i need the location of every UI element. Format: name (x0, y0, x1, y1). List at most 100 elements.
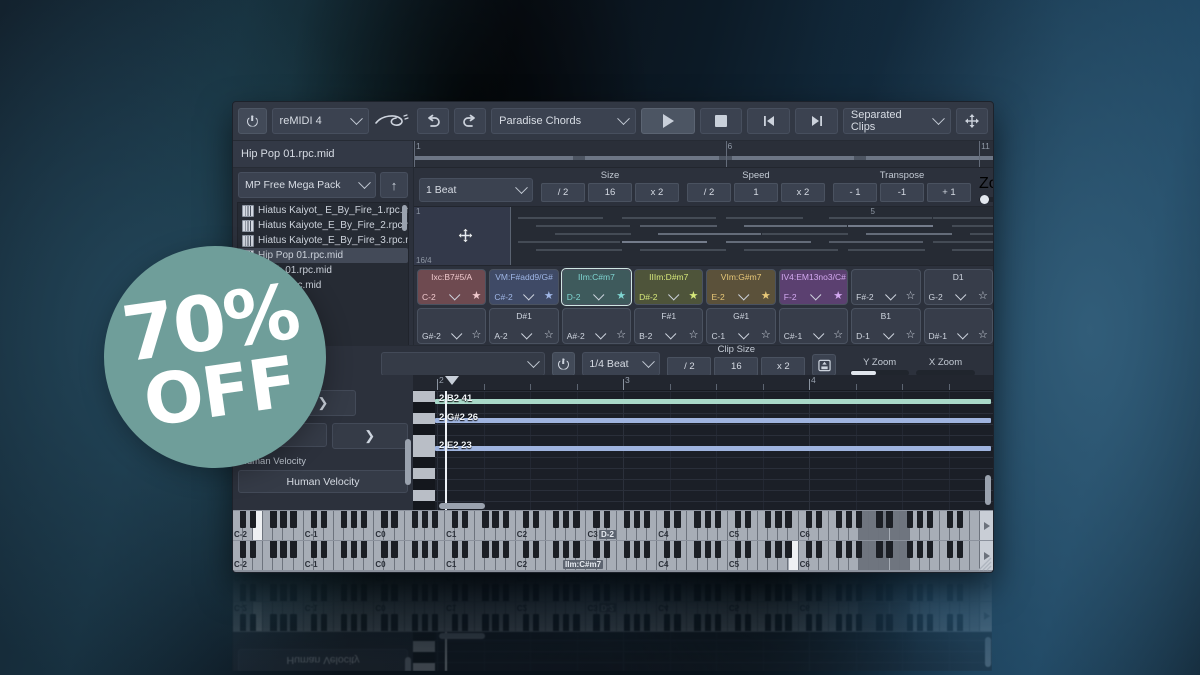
keyboard-black-key[interactable] (643, 511, 651, 528)
keyboard-black-key[interactable] (532, 614, 540, 631)
piano-key-white[interactable] (413, 662, 435, 671)
piano-roll-vscrollbar[interactable] (985, 475, 991, 505)
keyboard-black-key[interactable] (391, 511, 398, 528)
keyboard-black-key[interactable] (250, 541, 257, 558)
keyboard-black-key[interactable] (664, 541, 671, 558)
chord-clip[interactable]: C#-1 ☆ (778, 308, 849, 344)
keyboard-black-key[interactable] (502, 614, 509, 631)
keyboard-black-key[interactable] (856, 584, 863, 601)
keyboard-black-key[interactable] (674, 614, 681, 631)
keyboard-black-key[interactable] (431, 614, 439, 631)
keyboard-black-key[interactable] (946, 584, 954, 601)
human-velocity-button[interactable]: Human Velocity (238, 470, 408, 493)
keyboard-black-key[interactable] (876, 614, 883, 631)
keyboard-black-key[interactable] (734, 584, 742, 601)
move-window-handle[interactable] (955, 108, 988, 134)
keyboard-black-key[interactable] (785, 584, 792, 601)
keyboard-black-key[interactable] (250, 584, 257, 601)
pack-selector[interactable]: MP Free Mega Pack (238, 172, 376, 198)
piano-roll-hscrollbar[interactable] (439, 633, 485, 639)
keyboard-black-key[interactable] (957, 511, 964, 528)
chevron-down-icon[interactable] (738, 327, 750, 340)
keyboard-black-key[interactable] (290, 584, 297, 601)
keyboard-black-key[interactable] (270, 584, 277, 601)
keyboard-black-key[interactable] (573, 541, 580, 558)
piano-key-white[interactable] (413, 640, 435, 652)
keyboard-black-key[interactable] (744, 614, 752, 631)
favorite-star-icon[interactable]: ★ (471, 291, 481, 302)
keyboard-black-key[interactable] (805, 511, 812, 528)
keyboard-black-key[interactable] (916, 584, 923, 601)
keyboard-white-key[interactable] (970, 511, 981, 540)
size-halve-button[interactable]: / 2 (541, 183, 585, 202)
chevron-down-icon[interactable] (955, 288, 967, 301)
keyboard-black-key[interactable] (886, 614, 893, 631)
keyboard-black-key[interactable] (845, 584, 853, 601)
chevron-down-icon[interactable] (884, 288, 897, 301)
chevron-down-icon[interactable] (593, 288, 605, 301)
speed-value[interactable]: 1 (734, 183, 778, 202)
keyboard-black-key[interactable] (421, 584, 429, 601)
chord-clip[interactable]: D#-1 ☆ (923, 308, 993, 344)
piano-roll-keys[interactable] (413, 632, 435, 671)
keyboard-black-key[interactable] (704, 614, 711, 631)
keyboard-black-key[interactable] (633, 511, 641, 528)
chord-clip[interactable]: A#-2 ☆ (561, 308, 632, 344)
size-value[interactable]: 16 (588, 183, 632, 202)
keyboard-black-key[interactable] (492, 584, 499, 601)
keyboard-black-key[interactable] (310, 511, 317, 528)
keyboard-black-key[interactable] (633, 541, 641, 558)
keyboard-black-key[interactable] (239, 614, 247, 631)
keyboard-black-key[interactable] (532, 584, 540, 601)
keyboard-black-key[interactable] (522, 511, 530, 528)
transpose-value[interactable]: -1 (880, 183, 924, 202)
keyboard-black-key[interactable] (765, 541, 772, 558)
keyboard-black-key[interactable] (744, 541, 752, 558)
transpose-up-button[interactable]: + 1 (927, 183, 971, 202)
keyboard-black-key[interactable] (694, 541, 701, 558)
piano-key-black[interactable] (413, 632, 435, 641)
keyboard-black-key[interactable] (906, 541, 913, 558)
keyboard-black-key[interactable] (674, 584, 681, 601)
keyboard-black-key[interactable] (361, 511, 368, 528)
keyboard-black-key[interactable] (704, 511, 711, 528)
keyboard-black-key[interactable] (250, 614, 257, 631)
keyboard-black-key[interactable] (765, 511, 772, 528)
settings-scrollbar[interactable] (405, 657, 411, 671)
keyboard-black-key[interactable] (805, 614, 812, 631)
keyboard-black-key[interactable] (906, 584, 913, 601)
keyboard-black-key[interactable] (674, 541, 681, 558)
keyboard-black-key[interactable] (886, 541, 893, 558)
keyboard-black-key[interactable] (502, 584, 509, 601)
keyboard-black-key[interactable] (916, 541, 923, 558)
keyboard-black-key[interactable] (310, 541, 317, 558)
keyboard-black-key[interactable] (845, 541, 853, 558)
keyboard-black-key[interactable] (462, 584, 469, 601)
favorite-star-icon[interactable]: ☆ (906, 291, 916, 302)
chevron-down-icon[interactable] (737, 288, 750, 301)
keyboard-black-key[interactable] (502, 541, 509, 558)
keyboard-black-key[interactable] (340, 541, 348, 558)
device-selector[interactable]: reMIDI 4 (271, 108, 369, 134)
keyboard-black-key[interactable] (361, 584, 368, 601)
keyboard-black-key[interactable] (563, 511, 570, 528)
keyboard-black-key[interactable] (381, 614, 388, 631)
keyboard-black-key[interactable] (563, 541, 570, 558)
keyboard-black-key[interactable] (421, 614, 429, 631)
playhead-marker[interactable] (445, 376, 459, 385)
clip-size-double-button[interactable]: x 2 (761, 357, 806, 376)
keyboard-black-key[interactable] (664, 511, 671, 528)
keyboard-black-key[interactable] (290, 614, 297, 631)
keyboard-black-key[interactable] (452, 541, 459, 558)
keyboard-black-key[interactable] (765, 614, 772, 631)
file-list-item[interactable]: Hiatus Kaiyot_ E_By_Fire_1.rpc.mid (238, 203, 408, 218)
chord-clip[interactable]: D1 G-2 ☆ (923, 269, 993, 305)
keyboard-black-key[interactable] (785, 614, 792, 631)
keyboard-black-key[interactable] (664, 614, 671, 631)
keyboard-black-key[interactable] (926, 584, 934, 601)
keyboard-black-key[interactable] (290, 541, 297, 558)
keyboard-black-key[interactable] (431, 584, 439, 601)
keyboard-black-key[interactable] (734, 614, 742, 631)
next-preset-button-2[interactable]: ❯ (331, 423, 408, 449)
keyboard-black-key[interactable] (643, 541, 651, 558)
